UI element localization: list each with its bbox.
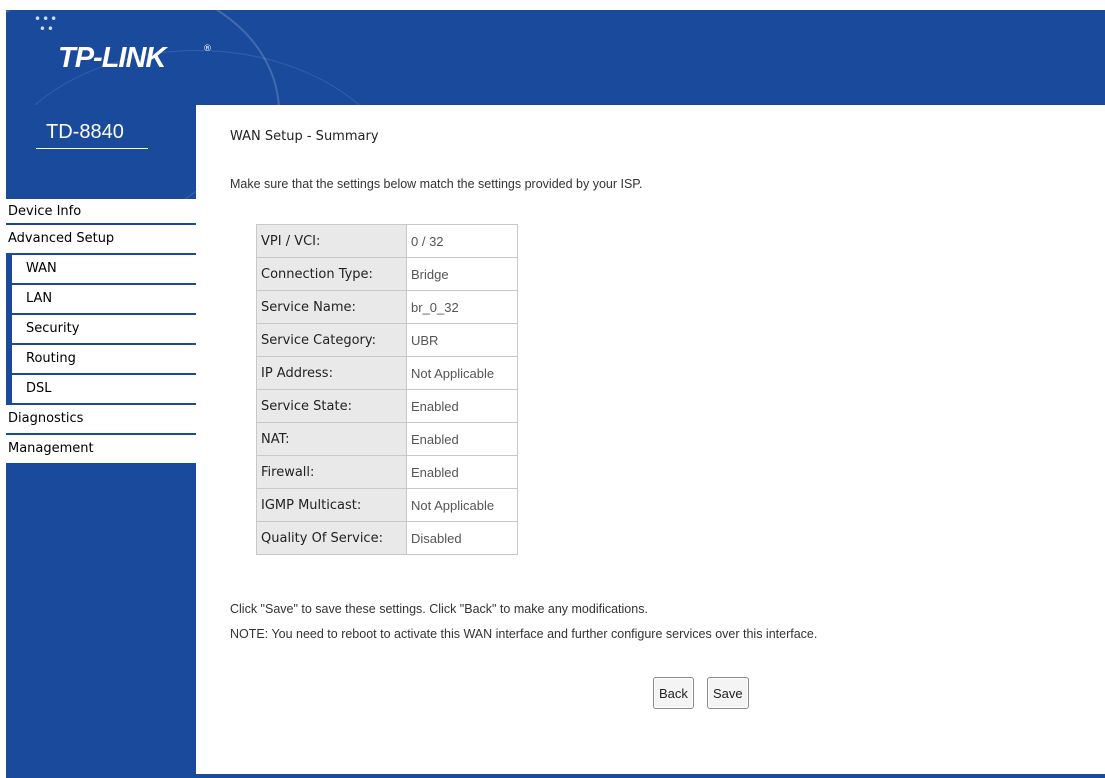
table-row: Service State: Enabled bbox=[256, 389, 518, 423]
summary-key: Firewall: bbox=[256, 455, 407, 489]
summary-key: Service Category: bbox=[256, 323, 407, 357]
back-button[interactable]: Back bbox=[653, 677, 694, 709]
summary-value: UBR bbox=[406, 323, 518, 357]
sidebar: TD-8840 Device Info Advanced Setup WAN L… bbox=[6, 105, 196, 774]
sidebar-item-diagnostics[interactable]: Diagnostics bbox=[6, 405, 196, 435]
registered-mark: ® bbox=[203, 44, 212, 54]
summary-value: Disabled bbox=[406, 521, 518, 555]
summary-key: NAT: bbox=[256, 422, 407, 456]
sidebar-item-lan[interactable]: LAN bbox=[12, 285, 196, 315]
brand-logo: TP-LINK bbox=[58, 42, 166, 74]
table-row: Service Name: br_0_32 bbox=[256, 290, 518, 324]
logo-dots-icon: ••• •• bbox=[34, 12, 59, 36]
summary-key: IGMP Multicast: bbox=[256, 488, 407, 522]
summary-value: Enabled bbox=[406, 389, 518, 423]
summary-key: Service Name: bbox=[256, 290, 407, 324]
table-row: IP Address: Not Applicable bbox=[256, 356, 518, 390]
sidebar-item-management[interactable]: Management bbox=[6, 435, 196, 465]
summary-value: Not Applicable bbox=[406, 488, 518, 522]
sidebar-item-security[interactable]: Security bbox=[12, 315, 196, 345]
sidebar-item-dsl[interactable]: DSL bbox=[12, 375, 196, 405]
table-row: Service Category: UBR bbox=[256, 323, 518, 357]
summary-value: Bridge bbox=[406, 257, 518, 291]
table-row: IGMP Multicast: Not Applicable bbox=[256, 488, 518, 522]
sidebar-item-wan[interactable]: WAN bbox=[12, 255, 196, 285]
table-row: Connection Type: Bridge bbox=[256, 257, 518, 291]
summary-value: 0 / 32 bbox=[406, 224, 518, 258]
summary-value: Enabled bbox=[406, 455, 518, 489]
page-title: WAN Setup - Summary bbox=[230, 129, 379, 144]
instruction-text: Click "Save" to save these settings. Cli… bbox=[230, 602, 648, 616]
summary-key: Quality Of Service: bbox=[256, 521, 407, 555]
table-row: Firewall: Enabled bbox=[256, 455, 518, 489]
summary-key: Service State: bbox=[256, 389, 407, 423]
summary-value: Enabled bbox=[406, 422, 518, 456]
model-underline bbox=[36, 148, 148, 149]
main-content: WAN Setup - Summary Make sure that the s… bbox=[196, 105, 1105, 774]
intro-text: Make sure that the settings below match … bbox=[230, 177, 643, 191]
note-text: NOTE: You need to reboot to activate thi… bbox=[230, 627, 818, 641]
summary-key: Connection Type: bbox=[256, 257, 407, 291]
summary-key: VPI / VCI: bbox=[256, 224, 407, 258]
summary-value: Not Applicable bbox=[406, 356, 518, 390]
save-button[interactable]: Save bbox=[707, 677, 749, 709]
sidebar-item-advanced-setup[interactable]: Advanced Setup bbox=[6, 225, 196, 255]
summary-table: VPI / VCI: 0 / 32 Connection Type: Bridg… bbox=[256, 224, 518, 555]
table-row: Quality Of Service: Disabled bbox=[256, 521, 518, 555]
model-name: TD-8840 bbox=[46, 121, 124, 143]
sidebar-item-device-info[interactable]: Device Info bbox=[6, 199, 196, 225]
table-row: VPI / VCI: 0 / 32 bbox=[256, 224, 518, 258]
header-banner: ••• •• TP-LINK ® bbox=[6, 10, 1105, 105]
sidebar-menu: Device Info Advanced Setup WAN LAN Secur… bbox=[6, 199, 196, 465]
bottom-bar bbox=[6, 774, 1105, 778]
summary-value: br_0_32 bbox=[406, 290, 518, 324]
sidebar-item-routing[interactable]: Routing bbox=[12, 345, 196, 375]
table-row: NAT: Enabled bbox=[256, 422, 518, 456]
summary-key: IP Address: bbox=[256, 356, 407, 390]
